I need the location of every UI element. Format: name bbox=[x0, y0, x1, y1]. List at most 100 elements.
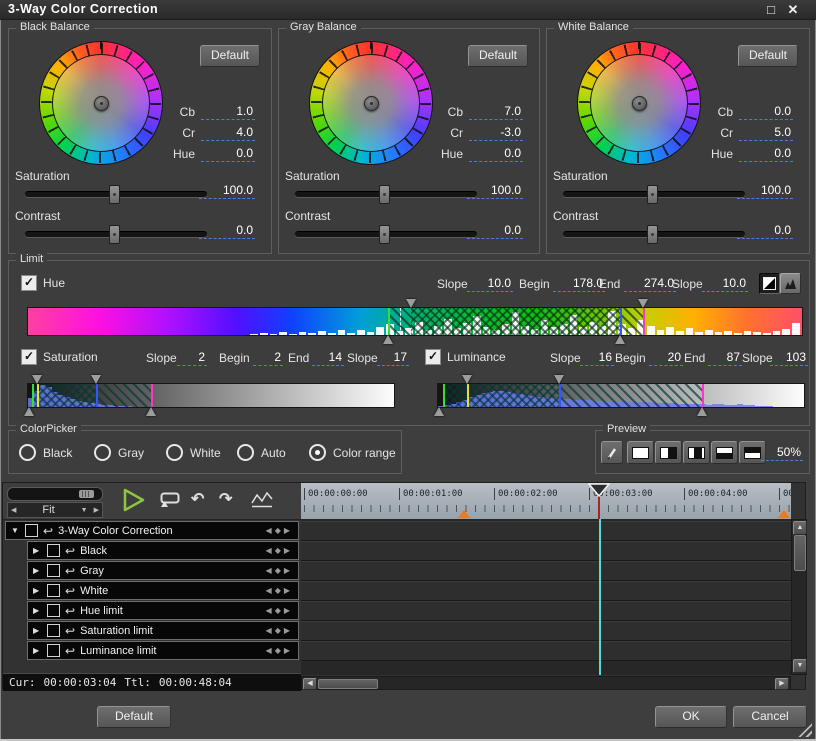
white-color-wheel[interactable] bbox=[577, 41, 701, 165]
reset-icon[interactable]: ↩ bbox=[43, 525, 53, 537]
white-hue-value[interactable]: 0.0 bbox=[739, 146, 793, 162]
hue-end-value[interactable]: 274.0 bbox=[624, 276, 676, 292]
grid-row[interactable] bbox=[301, 621, 791, 641]
prev-keyframe-icon[interactable]: ◀ bbox=[266, 566, 275, 575]
close-button[interactable]: ✕ bbox=[783, 1, 803, 18]
expand-icon[interactable]: ▶ bbox=[33, 626, 42, 635]
lum-begin-value[interactable]: 20 bbox=[649, 350, 683, 366]
prev-keyframe-icon[interactable]: ◀ bbox=[266, 646, 275, 655]
track-checkbox[interactable] bbox=[47, 584, 60, 597]
reset-icon[interactable]: ↩ bbox=[65, 605, 75, 617]
expand-icon[interactable]: ▼ bbox=[11, 526, 20, 535]
lum-slope-out-handle[interactable] bbox=[696, 407, 707, 416]
key-display-toggle-button[interactable] bbox=[759, 273, 780, 294]
expand-icon[interactable]: ▶ bbox=[33, 646, 42, 655]
gray-cb-value[interactable]: 7.0 bbox=[469, 104, 523, 120]
play-button[interactable] bbox=[121, 487, 147, 513]
prev-keyframe-icon[interactable]: ◀ bbox=[266, 626, 275, 635]
fit-left-icon[interactable]: ◀ bbox=[8, 506, 19, 514]
grid-row[interactable] bbox=[301, 601, 791, 621]
hue-begin-handle[interactable] bbox=[406, 299, 417, 308]
radio-circle[interactable] bbox=[237, 444, 254, 461]
next-keyframe-icon[interactable]: ▶ bbox=[284, 586, 293, 595]
gray-cr-value[interactable]: -3.0 bbox=[469, 125, 523, 141]
loop-playback-button[interactable] bbox=[159, 491, 183, 509]
timeline-vscrollbar[interactable]: ▲ ▼ bbox=[791, 519, 807, 675]
gray-saturation-slider[interactable] bbox=[295, 185, 477, 204]
luminance-limit-bar[interactable] bbox=[434, 375, 805, 416]
gray-saturation-value[interactable]: 100.0 bbox=[467, 183, 523, 199]
track-checkbox[interactable] bbox=[47, 564, 60, 577]
track-checkbox[interactable] bbox=[25, 524, 38, 537]
colorpicker-radio-auto[interactable]: Auto bbox=[237, 444, 286, 461]
black-contrast-value[interactable]: 0.0 bbox=[199, 223, 255, 239]
track-checkbox[interactable] bbox=[47, 644, 60, 657]
black-saturation-value[interactable]: 100.0 bbox=[199, 183, 255, 199]
grid-row[interactable] bbox=[301, 581, 791, 601]
radio-circle[interactable] bbox=[94, 444, 111, 461]
scroll-left-button[interactable]: ◀ bbox=[303, 678, 317, 690]
radio-circle[interactable] bbox=[19, 444, 36, 461]
redo-button[interactable]: ↷ bbox=[219, 489, 232, 509]
keyframe-marker-orange[interactable] bbox=[778, 510, 790, 518]
next-keyframe-icon[interactable]: ▶ bbox=[284, 606, 293, 615]
white-saturation-value[interactable]: 100.0 bbox=[737, 183, 793, 199]
track-row-black[interactable]: ▶ ↩ Black ◀◆▶ bbox=[27, 541, 299, 560]
white-default-button[interactable]: Default bbox=[738, 45, 798, 67]
next-keyframe-icon[interactable]: ▶ bbox=[284, 566, 293, 575]
saturation-limit-checkbox[interactable]: ✓ Saturation bbox=[21, 349, 98, 365]
reset-icon[interactable]: ↩ bbox=[65, 565, 75, 577]
preview-mode-full-button[interactable] bbox=[627, 441, 654, 464]
hue-limit-checkbox-box[interactable]: ✓ bbox=[21, 275, 37, 291]
preview-mode-split-right-button[interactable] bbox=[655, 441, 682, 464]
playhead-line[interactable] bbox=[599, 519, 601, 675]
black-color-wheel[interactable] bbox=[39, 41, 163, 165]
next-keyframe-icon[interactable]: ▶ bbox=[284, 546, 293, 555]
black-cb-value[interactable]: 1.0 bbox=[201, 104, 255, 120]
playhead-handle[interactable] bbox=[588, 483, 610, 497]
global-default-button[interactable]: Default bbox=[97, 706, 171, 728]
gray-saturation-slider-thumb[interactable] bbox=[378, 185, 390, 204]
hue-slope-in-handle[interactable] bbox=[382, 335, 393, 344]
timeline-fit-control[interactable]: ◀ Fit ▼ ▶ bbox=[7, 502, 103, 518]
colorpicker-radio-color-range[interactable]: Color range bbox=[309, 444, 396, 461]
saturation-limit-bar[interactable] bbox=[24, 375, 395, 416]
gray-contrast-value[interactable]: 0.0 bbox=[467, 223, 523, 239]
add-keyframe-icon[interactable]: ◆ bbox=[275, 566, 284, 575]
sat-begin-value[interactable]: 2 bbox=[253, 350, 283, 366]
white-contrast-slider-thumb[interactable] bbox=[646, 225, 658, 244]
track-checkbox[interactable] bbox=[47, 624, 60, 637]
lum-begin-handle[interactable] bbox=[462, 375, 473, 384]
black-saturation-slider-thumb[interactable] bbox=[108, 185, 120, 204]
white-saturation-slider-thumb[interactable] bbox=[646, 185, 658, 204]
next-keyframe-icon[interactable]: ▶ bbox=[284, 626, 293, 635]
track-row-saturation-limit[interactable]: ▶ ↩ Saturation limit ◀◆▶ bbox=[27, 621, 299, 640]
gray-hue-value[interactable]: 0.0 bbox=[469, 146, 523, 162]
black-hue-value[interactable]: 0.0 bbox=[201, 146, 255, 162]
colorpicker-radio-gray[interactable]: Gray bbox=[94, 444, 144, 461]
hue-slope1-value[interactable]: 10.0 bbox=[467, 276, 513, 292]
grid-row[interactable] bbox=[301, 641, 791, 661]
saturation-limit-checkbox-box[interactable]: ✓ bbox=[21, 349, 37, 365]
fit-right-icon[interactable]: ▶ bbox=[91, 506, 102, 514]
undo-button[interactable]: ↶ bbox=[191, 489, 204, 509]
hue-begin-value[interactable]: 178.0 bbox=[553, 276, 605, 292]
preview-mode-split-center-button[interactable] bbox=[683, 441, 710, 464]
grid-row[interactable] bbox=[301, 561, 791, 581]
lum-slope1-value[interactable]: 16 bbox=[580, 350, 614, 366]
lum-end-handle[interactable] bbox=[553, 375, 564, 384]
black-contrast-slider-thumb[interactable] bbox=[108, 225, 120, 244]
gray-contrast-slider[interactable] bbox=[295, 225, 477, 244]
white-contrast-slider[interactable] bbox=[563, 225, 745, 244]
reset-icon[interactable]: ↩ bbox=[65, 625, 75, 637]
white-cb-value[interactable]: 0.0 bbox=[739, 104, 793, 120]
luminance-limit-checkbox-box[interactable]: ✓ bbox=[425, 349, 441, 365]
white-saturation-slider[interactable] bbox=[563, 185, 745, 204]
preview-zoom-value[interactable]: 50% bbox=[761, 445, 803, 461]
title-bar[interactable]: 3-Way Color Correction □ ✕ bbox=[0, 0, 816, 20]
fit-dropdown-icon[interactable]: ▼ bbox=[78, 507, 91, 514]
timeline-zoom-slider[interactable] bbox=[7, 487, 103, 501]
luminance-limit-checkbox[interactable]: ✓ Luminance bbox=[425, 349, 506, 365]
track-checkbox[interactable] bbox=[47, 544, 60, 557]
sat-slope-out-handle[interactable] bbox=[145, 407, 156, 416]
